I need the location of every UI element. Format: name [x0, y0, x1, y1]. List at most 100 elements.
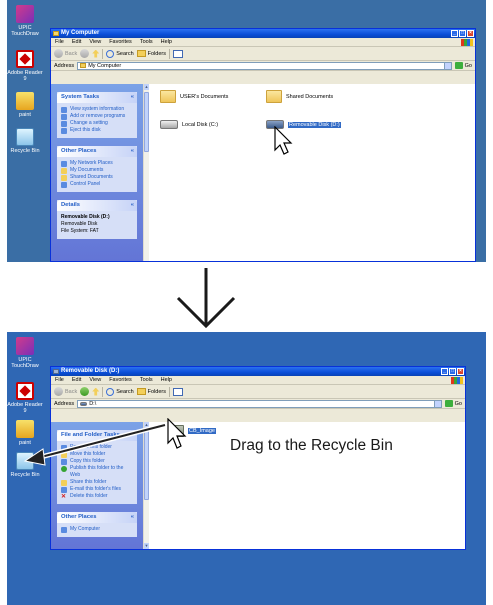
item-local-disk[interactable]: Local Disk (C:)	[160, 120, 218, 129]
views-icon[interactable]	[173, 387, 184, 396]
menu-edit[interactable]: Edit	[72, 38, 81, 46]
address-label: Address	[54, 400, 75, 407]
address-input[interactable]: My Computer	[77, 61, 452, 70]
panel-title: Other Places	[61, 514, 97, 520]
views-icon[interactable]	[173, 49, 184, 58]
address-input[interactable]: D:\	[77, 399, 442, 408]
task-label: Eject this disk	[70, 127, 101, 133]
minimize-button[interactable]: _	[441, 368, 448, 375]
task-add-remove-programs[interactable]: Add or remove programs	[61, 113, 133, 120]
eject-icon	[61, 127, 67, 134]
menu-favorites[interactable]: Favorites	[109, 38, 132, 46]
desktop-icon-label: Adobe Reader 9	[7, 402, 43, 414]
back-button[interactable]: Back	[54, 49, 77, 58]
place-my-computer[interactable]: My Computer	[61, 526, 133, 533]
scroll-up-icon[interactable]: ▲	[144, 84, 149, 90]
search-button[interactable]: Search	[106, 49, 134, 58]
maximize-button[interactable]: □	[459, 30, 466, 37]
panel-header[interactable]: Details «	[57, 200, 137, 211]
delete-x-icon: ✕	[61, 493, 67, 500]
place-shared-documents[interactable]: Shared Documents	[61, 174, 133, 181]
menu-view[interactable]: View	[89, 38, 101, 46]
panel-header[interactable]: Other Places «	[57, 146, 137, 157]
search-icon	[106, 387, 115, 396]
folders-icon	[136, 388, 146, 395]
menu-help[interactable]: Help	[161, 376, 172, 384]
menu-file[interactable]: File	[55, 376, 64, 384]
place-control-panel[interactable]: Control Panel	[61, 181, 133, 188]
task-email-files[interactable]: E-mail this folder's files	[61, 486, 133, 493]
scroll-thumb[interactable]	[144, 92, 149, 152]
go-button[interactable]: Go	[444, 400, 462, 407]
share-icon	[61, 479, 67, 486]
my-computer-icon	[61, 526, 67, 533]
windows-logo-icon	[461, 39, 473, 46]
chevron-up-icon: «	[130, 94, 134, 100]
up-folder-icon[interactable]	[92, 49, 100, 58]
scroll-down-icon[interactable]: ▼	[144, 543, 149, 549]
forward-button[interactable]	[80, 387, 90, 396]
paint-icon	[16, 92, 34, 110]
file-view: USER's Documents Shared Documents Local …	[150, 84, 475, 261]
panel-header[interactable]: Other Places «	[57, 512, 137, 523]
window-body: System Tasks « View system information Ad…	[51, 84, 475, 261]
desktop-icon-upic-touchdraw[interactable]: UPIC TouchDraw	[7, 5, 43, 37]
details-filesystem: File System: FAT	[61, 228, 99, 234]
desktop-icon-adobe-reader[interactable]: Adobe Reader 9	[7, 382, 43, 414]
task-eject-disk[interactable]: Eject this disk	[61, 127, 133, 134]
desktop-icon-recycle-bin[interactable]: Recycle Bin	[7, 128, 43, 154]
task-share-folder[interactable]: Share this folder	[61, 479, 133, 486]
item-shared-documents[interactable]: Shared Documents	[266, 90, 333, 103]
desktop-icon-adobe-reader[interactable]: Adobe Reader 9	[7, 50, 43, 82]
recycle-bin-icon	[16, 128, 34, 146]
place-my-documents[interactable]: My Documents	[61, 167, 133, 174]
menu-bar: File Edit View Favorites Tools Help	[51, 38, 475, 47]
minimize-button[interactable]: _	[451, 30, 458, 37]
window-titlebar[interactable]: Removable Disk (D:) _ □ ×	[51, 367, 465, 376]
panel-system-tasks: System Tasks « View system information Ad…	[57, 92, 137, 138]
task-change-setting[interactable]: Change a setting	[61, 120, 133, 127]
menu-tools[interactable]: Tools	[140, 376, 153, 384]
info-icon	[61, 106, 67, 113]
go-button[interactable]: Go	[454, 62, 472, 69]
menu-help[interactable]: Help	[161, 38, 172, 46]
toolbar-separator	[169, 48, 171, 59]
forward-button[interactable]	[80, 49, 90, 58]
desktop-icon-label: Recycle Bin	[10, 148, 40, 154]
close-button[interactable]: ×	[457, 368, 464, 375]
folder-icon	[160, 90, 176, 103]
task-view-system-info[interactable]: View system information	[61, 106, 133, 113]
details-type: Removable Disk	[61, 221, 98, 227]
mouse-cursor-icon	[274, 126, 293, 155]
menu-tools[interactable]: Tools	[140, 38, 153, 46]
folders-label: Folders	[147, 388, 167, 395]
item-users-documents[interactable]: USER's Documents	[160, 90, 228, 103]
menu-favorites[interactable]: Favorites	[109, 376, 132, 384]
address-dropdown-icon[interactable]	[433, 400, 441, 407]
folder-icon	[61, 167, 67, 174]
desktop-icon-upic-touchdraw[interactable]: UPIC TouchDraw	[7, 337, 43, 369]
menu-edit[interactable]: Edit	[72, 376, 81, 384]
menu-file[interactable]: File	[55, 38, 64, 46]
search-label: Search	[116, 50, 134, 57]
menu-view[interactable]: View	[89, 376, 101, 384]
menu-bar: File Edit View Favorites Tools Help	[51, 376, 465, 385]
window-titlebar[interactable]: My Computer _ □ ×	[51, 29, 475, 38]
my-computer-window: My Computer _ □ × File Edit View Favorit…	[50, 28, 476, 262]
folder-icon	[61, 174, 67, 181]
search-button[interactable]: Search	[106, 387, 134, 396]
address-dropdown-icon[interactable]	[443, 62, 451, 69]
close-button[interactable]: ×	[467, 30, 474, 37]
search-label: Search	[116, 388, 134, 395]
up-folder-icon[interactable]	[92, 387, 100, 396]
folder-icon	[266, 90, 282, 103]
folders-button[interactable]: Folders	[136, 50, 166, 57]
task-pane-scrollbar[interactable]: ▲	[143, 84, 149, 261]
desktop-icon-paint[interactable]: paint	[7, 92, 43, 118]
maximize-button[interactable]: □	[449, 368, 456, 375]
folders-button[interactable]: Folders	[136, 388, 167, 395]
task-delete-folder[interactable]: ✕ Delete this folder	[61, 493, 133, 500]
place-my-network-places[interactable]: My Network Places	[61, 160, 133, 167]
back-button[interactable]: Back	[54, 387, 77, 396]
panel-header[interactable]: System Tasks «	[57, 92, 137, 103]
